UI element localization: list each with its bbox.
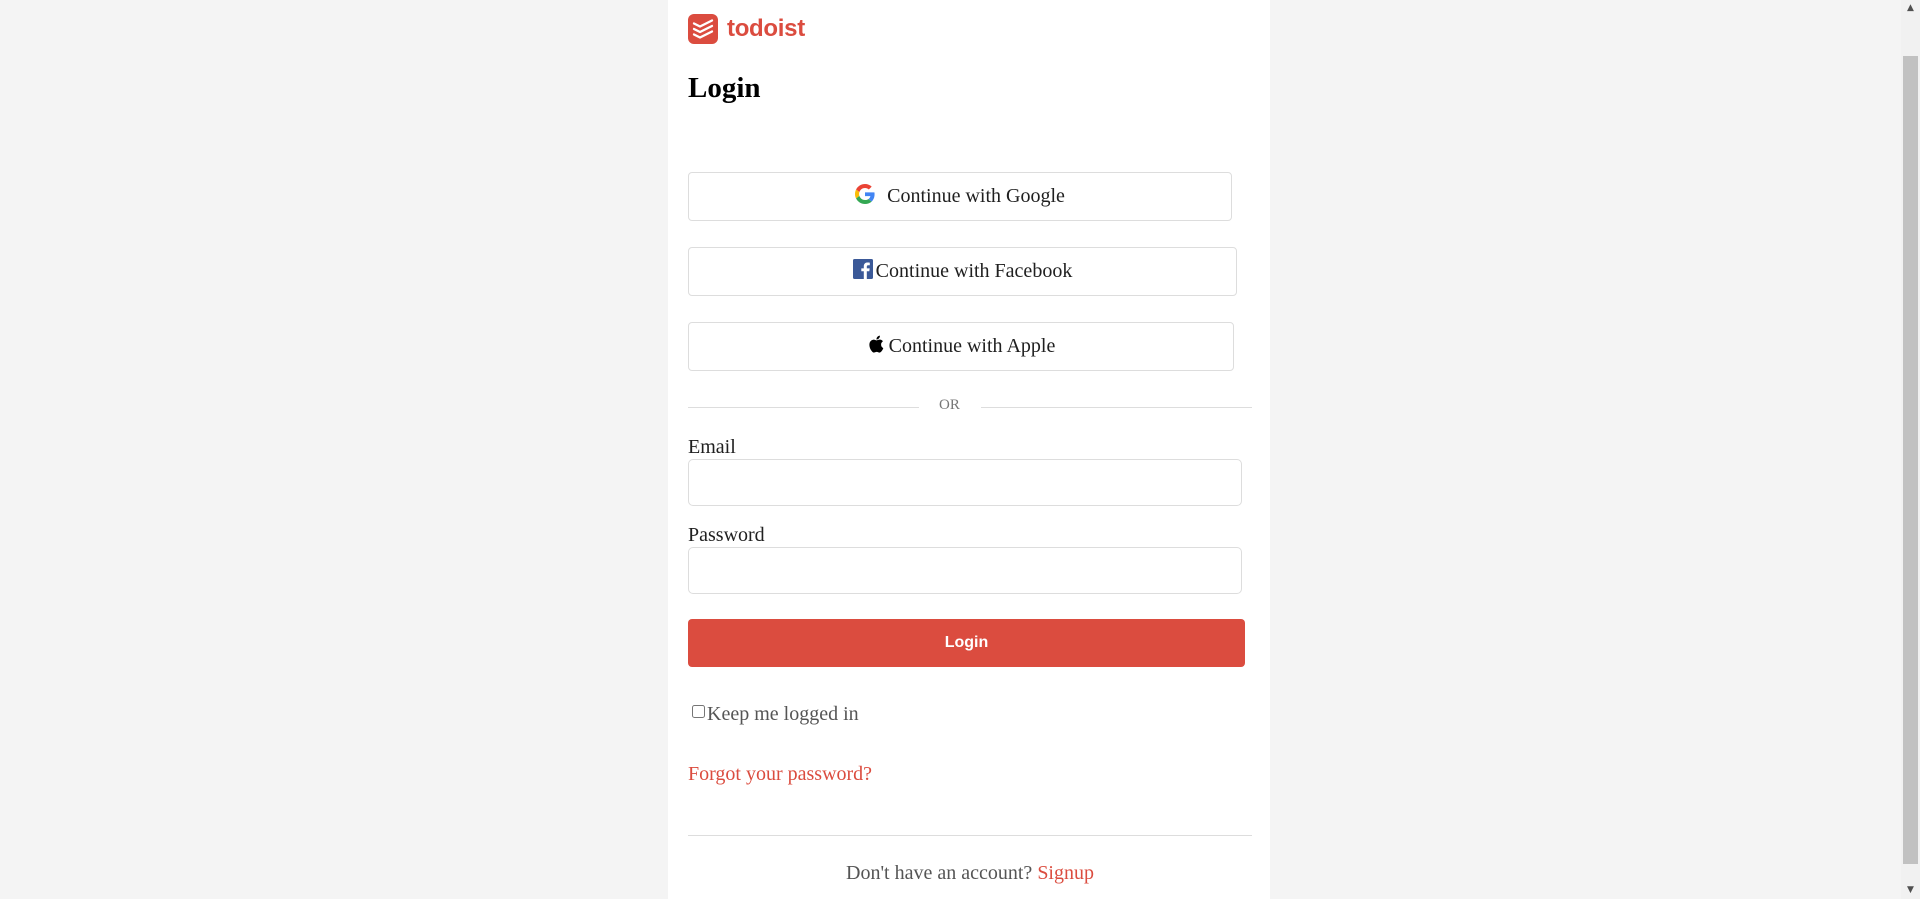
page-title: Login [688,72,761,104]
continue-with-google-button[interactable]: Continue with Google [688,172,1232,221]
signup-prompt: Don't have an account? Signup [688,862,1252,885]
keep-logged-in-checkbox[interactable] [692,705,705,718]
todoist-logo-icon [688,14,718,44]
login-card: todoist Login Continue with Google Conti… [668,0,1270,899]
or-divider: OR [688,396,1252,416]
login-button[interactable]: Login [688,619,1245,667]
scrollbar-thumb[interactable] [1903,56,1918,864]
no-account-text: Don't have an account? [846,862,1033,884]
continue-with-apple-button[interactable]: Continue with Apple [688,322,1234,371]
keep-logged-in-label[interactable]: Keep me logged in [707,703,859,726]
forgot-password-link[interactable]: Forgot your password? [688,763,872,786]
email-field[interactable] [688,459,1242,506]
apple-button-label: Continue with Apple [888,335,1056,357]
google-button-label: Continue with Google [887,185,1065,207]
brand-name: todoist [727,15,805,42]
or-text: OR [939,397,960,413]
email-label: Email [688,436,736,458]
password-field[interactable] [688,547,1242,594]
signup-link[interactable]: Signup [1037,862,1094,884]
divider-line-right [981,407,1252,408]
google-icon [855,183,875,204]
vertical-scrollbar[interactable]: ▲ ▼ [1901,0,1920,899]
password-label: Password [688,524,765,546]
scroll-down-arrow-icon[interactable]: ▼ [1901,882,1920,899]
continue-with-facebook-button[interactable]: Continue with Facebook [688,247,1237,296]
scroll-up-arrow-icon[interactable]: ▲ [1901,0,1920,17]
facebook-button-label: Continue with Facebook [875,260,1073,282]
facebook-icon [852,258,873,279]
footer-divider [688,835,1252,836]
divider-line-left [688,407,919,408]
todoist-logo[interactable]: todoist [688,14,805,44]
apple-icon [867,334,884,354]
keep-logged-in-row: Keep me logged in [692,703,859,726]
